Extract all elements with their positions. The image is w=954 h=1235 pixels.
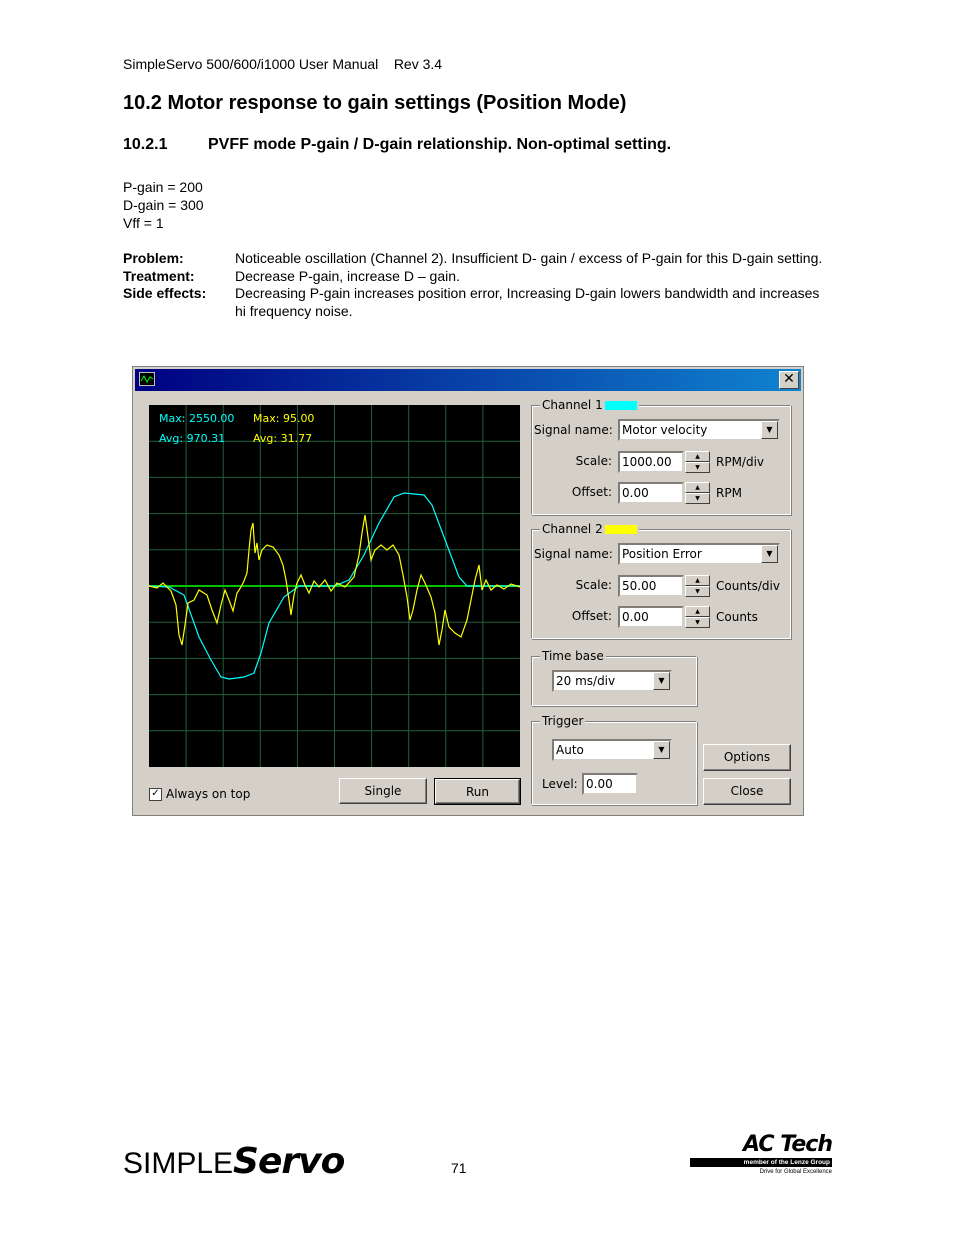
logo-servo-text: Servo	[233, 1141, 345, 1182]
gain-parameters: P-gain = 200 D-gain = 300 Vff = 1	[123, 178, 204, 232]
trigger-group: Trigger Auto ▼ Level: 0.00	[531, 714, 697, 805]
section-heading: 10.2 Motor response to gain settings (Po…	[123, 92, 627, 114]
scale-label: Scale:	[575, 578, 612, 592]
channel1-offset-input[interactable]: 0.00	[618, 482, 684, 504]
scale-unit: RPM/div	[716, 455, 765, 469]
trigger-title: Trigger	[540, 714, 586, 728]
note-text: Decreasing P-gain increases position err…	[235, 285, 820, 319]
channel2-scale-input[interactable]: 50.00	[618, 575, 684, 597]
param-p-gain: P-gain = 200	[123, 179, 203, 195]
trigger-level-input[interactable]: 0.00	[582, 773, 638, 795]
signal-name-label: Signal name:	[534, 423, 613, 437]
channel1-signal-select[interactable]: Motor velocity ▼	[618, 419, 780, 441]
scope-icon	[139, 372, 155, 386]
offset-label: Offset:	[571, 609, 612, 623]
logo-simple-text: SIMPLE	[123, 1147, 234, 1180]
channel2-offset-spinner[interactable]: ▲ ▼	[685, 606, 710, 628]
offset-unit: RPM	[716, 486, 742, 500]
page-number: 71	[451, 1160, 467, 1176]
spin-down-icon[interactable]: ▼	[685, 462, 710, 473]
channel2-title: Channel 2	[540, 522, 639, 536]
simpleservo-logo: SIMPLEServo	[123, 1140, 345, 1182]
channel2-title-text: Channel 2	[542, 522, 603, 536]
channel1-title-text: Channel 1	[542, 398, 603, 412]
actech-logo: AC Tech member of the Lenze Group Drive …	[690, 1132, 833, 1180]
channel1-group: Channel 1 Signal name: Motor velocity ▼ …	[531, 398, 791, 515]
close-button[interactable]: Close	[703, 778, 791, 805]
trigger-level-label: Level:	[542, 777, 578, 791]
trigger-mode-select[interactable]: Auto ▼	[552, 739, 672, 761]
notes-table: Problem: Noticeable oscillation (Channel…	[123, 250, 823, 320]
spin-down-icon[interactable]: ▼	[685, 586, 710, 597]
subsection-heading: 10.2.1 PVFF mode P-gain / D-gain relation…	[123, 136, 671, 154]
timebase-title: Time base	[540, 649, 606, 663]
timebase-group: Time base 20 ms/div ▼	[531, 649, 697, 706]
options-button[interactable]: Options	[703, 744, 791, 771]
channel1-offset-spinner[interactable]: ▲ ▼	[685, 482, 710, 504]
subsection-number: 10.2.1	[123, 136, 168, 153]
title-bar[interactable]: ✕	[135, 369, 801, 391]
spin-up-icon[interactable]: ▲	[685, 482, 710, 493]
note-text: Decrease P-gain, increase D – gain.	[235, 267, 460, 284]
spin-up-icon[interactable]: ▲	[685, 606, 710, 617]
scale-unit: Counts/div	[716, 579, 780, 593]
note-problem: Problem: Noticeable oscillation (Channel…	[123, 250, 823, 268]
spin-down-icon[interactable]: ▼	[685, 493, 710, 504]
channel2-color-swatch	[604, 525, 637, 534]
actech-member-bar: member of the Lenze Group	[690, 1158, 832, 1167]
channel2-scale-spinner[interactable]: ▲ ▼	[685, 575, 710, 597]
note-label: Problem:	[123, 250, 184, 266]
actech-tagline: Drive for Global Excellence	[759, 1169, 832, 1175]
always-on-top-label: Always on top	[166, 787, 251, 801]
ch1-avg-readout: Avg: 970.31	[159, 432, 225, 445]
scope-window: ✕ Max: 2550.00 Avg: 970.31 Max: 95.00 Av…	[132, 366, 804, 816]
spin-down-icon[interactable]: ▼	[685, 617, 710, 628]
signal-name-label: Signal name:	[534, 547, 613, 561]
chevron-down-icon[interactable]: ▼	[653, 741, 670, 759]
chevron-down-icon[interactable]: ▼	[761, 545, 778, 563]
channel2-group: Channel 2 Signal name: Position Error ▼ …	[531, 522, 791, 639]
channel1-title: Channel 1	[540, 398, 639, 412]
ch2-max-readout: Max: 95.00	[253, 412, 314, 425]
close-icon[interactable]: ✕	[779, 371, 799, 389]
actech-member-text: member of the Lenze Group	[743, 1159, 830, 1166]
single-button[interactable]: Single	[339, 778, 427, 804]
ch2-avg-readout: Avg: 31.77	[253, 432, 312, 445]
spin-up-icon[interactable]: ▲	[685, 575, 710, 586]
channel1-color-swatch	[604, 401, 637, 410]
channel1-scale-input[interactable]: 1000.00	[618, 451, 684, 473]
note-treatment: Treatment: Decrease P-gain, increase D –…	[123, 268, 823, 286]
channel2-offset-input[interactable]: 0.00	[618, 606, 684, 628]
channel2-signal-value: Position Error	[622, 547, 702, 561]
trigger-mode-value: Auto	[556, 743, 584, 757]
chevron-down-icon[interactable]: ▼	[761, 421, 778, 439]
subsection-title: PVFF mode P-gain / D-gain relationship. …	[208, 136, 672, 153]
ch1-max-readout: Max: 2550.00	[159, 412, 234, 425]
offset-label: Offset:	[571, 485, 612, 499]
note-label: Treatment:	[123, 267, 195, 284]
note-text: Noticeable oscillation (Channel 2). Insu…	[235, 250, 823, 266]
actech-name: AC Tech	[743, 1132, 833, 1157]
chevron-down-icon[interactable]: ▼	[653, 672, 670, 690]
scale-label: Scale:	[575, 454, 612, 468]
timebase-value: 20 ms/div	[556, 674, 616, 688]
channel2-signal-select[interactable]: Position Error ▼	[618, 543, 780, 565]
channel1-signal-value: Motor velocity	[622, 423, 708, 437]
running-header: SimpleServo 500/600/i1000 User Manual Re…	[123, 56, 443, 72]
scope-plot: Max: 2550.00 Avg: 970.31 Max: 95.00 Avg:…	[149, 405, 520, 767]
note-side-effects: Side effects: Decreasing P-gain increase…	[123, 285, 823, 320]
offset-unit: Counts	[716, 610, 758, 624]
checkbox-icon[interactable]: ✓	[149, 788, 162, 801]
note-label: Side effects:	[123, 285, 207, 301]
spin-up-icon[interactable]: ▲	[685, 451, 710, 462]
channel1-scale-spinner[interactable]: ▲ ▼	[685, 451, 710, 473]
timebase-select[interactable]: 20 ms/div ▼	[552, 670, 672, 692]
param-vff: Vff = 1	[123, 215, 164, 231]
run-button[interactable]: Run	[434, 778, 521, 805]
scope-display: Max: 2550.00 Avg: 970.31 Max: 95.00 Avg:…	[149, 405, 520, 767]
param-d-gain: D-gain = 300	[123, 197, 204, 213]
always-on-top-checkbox[interactable]: ✓ Always on top	[149, 787, 250, 801]
